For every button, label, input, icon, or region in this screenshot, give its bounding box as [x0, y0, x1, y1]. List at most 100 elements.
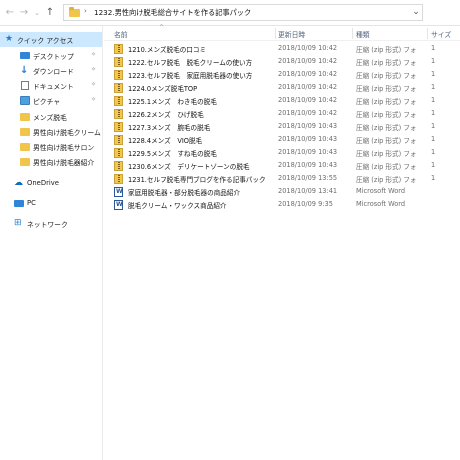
file-row[interactable]: 1230.6メンズ デリケートゾーンの脱毛 2018/10/09 10:43 圧… — [104, 159, 460, 172]
file-row[interactable]: 1222.セルフ脱毛 脱毛クリームの使い方 2018/10/09 10:42 圧… — [104, 55, 460, 68]
file-row[interactable]: 脱毛クリーム・ワックス商品紹介 2018/10/09 9:35 Microsof… — [104, 198, 460, 211]
column-header-row: ^ 名前 更新日時 種類 サイズ — [104, 24, 460, 41]
column-header-size[interactable]: サイズ — [431, 29, 451, 39]
sidebar-item-label: OneDrive — [27, 179, 59, 187]
breadcrumb[interactable]: 1232.男性向け脱毛総合サイトを作る記事パック — [94, 8, 251, 18]
sidebar-item-desktop[interactable]: デスクトップ ✧ — [0, 48, 102, 63]
pin-icon[interactable]: ✧ — [91, 66, 96, 73]
sidebar-item-label: 男性向け脱毛クリーム — [33, 129, 101, 137]
file-row[interactable]: 家庭用脱毛器・部分脱毛器の商品紹介 2018/10/09 13:41 Micro… — [104, 185, 460, 198]
sidebar-item-pc[interactable]: PC — [0, 196, 102, 211]
back-icon[interactable]: ← — [4, 7, 16, 19]
file-row[interactable]: 1210.メンズ脱毛の口コミ 2018/10/09 10:42 圧縮 (zip … — [104, 42, 460, 55]
file-row[interactable]: 1231.セルフ脱毛専門ブログを作る記事パック 2018/10/09 13:55… — [104, 172, 460, 185]
sidebar-item-onedrive[interactable]: ☁ OneDrive — [0, 176, 102, 191]
sidebar-item-label: クイック アクセス — [17, 37, 74, 45]
sidebar-item-label: ドキュメント — [33, 83, 74, 91]
word-document-icon — [114, 200, 123, 210]
file-name: 1231.セルフ脱毛専門ブログを作る記事パック — [128, 176, 266, 184]
file-type: 圧縮 (zip 形式) フォ — [356, 124, 417, 132]
breadcrumb-separator[interactable]: › — [84, 7, 87, 15]
pictures-icon — [20, 96, 30, 105]
pc-icon — [14, 200, 24, 207]
sidebar-item-hair-removal-device[interactable]: 男性向け脱毛器紹介 — [0, 154, 102, 169]
file-size: 1 — [431, 70, 436, 78]
column-divider[interactable] — [427, 28, 428, 39]
file-date: 2018/10/09 10:42 — [278, 44, 338, 52]
file-name: 1210.メンズ脱毛の口コミ — [128, 46, 207, 54]
sidebar-item-label: ピクチャ — [33, 98, 61, 106]
file-date: 2018/10/09 10:42 — [278, 96, 338, 104]
address-dropdown-icon[interactable]: ⌄ — [411, 7, 421, 17]
file-size: 1 — [431, 44, 436, 52]
file-name: 家庭用脱毛器・部分脱毛器の商品紹介 — [128, 189, 241, 197]
pin-icon[interactable]: ✧ — [91, 96, 96, 103]
word-document-icon — [114, 187, 123, 197]
file-type: 圧縮 (zip 形式) フォ — [356, 72, 417, 80]
file-row[interactable]: 1229.5メンズ すね毛の脱毛 2018/10/09 10:43 圧縮 (zi… — [104, 146, 460, 159]
file-size: 1 — [431, 83, 436, 91]
file-row[interactable]: 1223.セルフ脱毛 家庭用脱毛器の使い方 2018/10/09 10:42 圧… — [104, 68, 460, 81]
file-row[interactable]: 1226.2メンズ ひげ脱毛 2018/10/09 10:42 圧縮 (zip … — [104, 107, 460, 120]
file-type: Microsoft Word — [356, 187, 406, 195]
sort-ascending-icon: ^ — [159, 24, 165, 31]
file-size: 1 — [431, 96, 436, 104]
folder-icon — [20, 128, 30, 136]
zip-folder-icon — [114, 44, 123, 54]
zip-folder-icon — [114, 135, 123, 145]
column-header-type[interactable]: 種類 — [356, 29, 370, 39]
address-field[interactable]: › 1232.男性向け脱毛総合サイトを作る記事パック — [63, 4, 423, 21]
sidebar-item-hair-removal-salon[interactable]: 男性向け脱毛サロン — [0, 139, 102, 154]
column-header-name[interactable]: 名前 — [114, 29, 128, 39]
file-type: 圧縮 (zip 形式) フォ — [356, 111, 417, 119]
address-bar: ← → ⌄ ↑ › 1232.男性向け脱毛総合サイトを作る記事パック ⌄ — [0, 0, 460, 26]
zip-folder-icon — [114, 122, 123, 132]
zip-folder-icon — [114, 70, 123, 80]
sidebar-item-pictures[interactable]: ピクチャ ✧ — [0, 93, 102, 108]
file-row[interactable]: 1224.0メンズ脱毛TOP 2018/10/09 10:42 圧縮 (zip … — [104, 81, 460, 94]
sidebar-item-network[interactable]: ⊞ ネットワーク — [0, 216, 102, 231]
network-icon: ⊞ — [14, 218, 22, 228]
file-name: 1222.セルフ脱毛 脱毛クリームの使い方 — [128, 59, 253, 67]
up-icon[interactable]: ↑ — [44, 7, 56, 19]
file-name: 1227.3メンズ 腕毛の脱毛 — [128, 124, 211, 132]
file-type: 圧縮 (zip 形式) フォ — [356, 85, 417, 93]
file-name: 1225.1メンズ わき毛の脱毛 — [128, 98, 217, 106]
recent-locations-icon[interactable]: ⌄ — [31, 7, 43, 19]
zip-folder-icon — [114, 83, 123, 93]
pin-icon[interactable]: ✧ — [91, 81, 96, 88]
file-type: 圧縮 (zip 形式) フォ — [356, 59, 417, 67]
sidebar-item-downloads[interactable]: ↓ ダウンロード ✧ — [0, 63, 102, 78]
file-type: 圧縮 (zip 形式) フォ — [356, 46, 417, 54]
file-date: 2018/10/09 10:43 — [278, 161, 338, 169]
sidebar-item-quick-access[interactable]: ★ クイック アクセス — [0, 32, 102, 47]
file-row[interactable]: 1225.1メンズ わき毛の脱毛 2018/10/09 10:42 圧縮 (zi… — [104, 94, 460, 107]
file-date: 2018/10/09 10:43 — [278, 122, 338, 130]
column-divider[interactable] — [352, 28, 353, 39]
file-size: 1 — [431, 122, 436, 130]
sidebar-item-hair-removal-cream[interactable]: 男性向け脱毛クリーム — [0, 124, 102, 139]
file-name: 1228.4メンズ VIO脱毛 — [128, 137, 203, 145]
file-name: 脱毛クリーム・ワックス商品紹介 — [128, 202, 227, 210]
file-type: 圧縮 (zip 形式) フォ — [356, 176, 417, 184]
column-header-date[interactable]: 更新日時 — [278, 29, 305, 39]
sidebar-item-documents[interactable]: ドキュメント ✧ — [0, 78, 102, 93]
file-size: 1 — [431, 57, 436, 65]
sidebar-item-mens-hair-removal[interactable]: メンズ脱毛 — [0, 109, 102, 124]
file-type: 圧縮 (zip 形式) フォ — [356, 150, 417, 158]
sidebar-item-label: ダウンロード — [33, 68, 74, 76]
onedrive-icon: ☁ — [14, 178, 23, 188]
file-name: 1224.0メンズ脱毛TOP — [128, 85, 198, 93]
sidebar-item-label: 男性向け脱毛サロン — [33, 144, 95, 152]
pin-icon[interactable]: ✧ — [91, 51, 96, 58]
sidebar-item-label: デスクトップ — [33, 53, 74, 61]
sidebar-item-label: 男性向け脱毛器紹介 — [33, 159, 95, 167]
forward-icon[interactable]: → — [18, 7, 30, 19]
file-row[interactable]: 1227.3メンズ 腕毛の脱毛 2018/10/09 10:43 圧縮 (zip… — [104, 120, 460, 133]
column-divider[interactable] — [275, 28, 276, 39]
folder-icon — [20, 158, 30, 166]
zip-folder-icon — [114, 174, 123, 184]
file-size: 1 — [431, 174, 436, 182]
file-row[interactable]: 1228.4メンズ VIO脱毛 2018/10/09 10:43 圧縮 (zip… — [104, 133, 460, 146]
file-date: 2018/10/09 10:42 — [278, 83, 338, 91]
